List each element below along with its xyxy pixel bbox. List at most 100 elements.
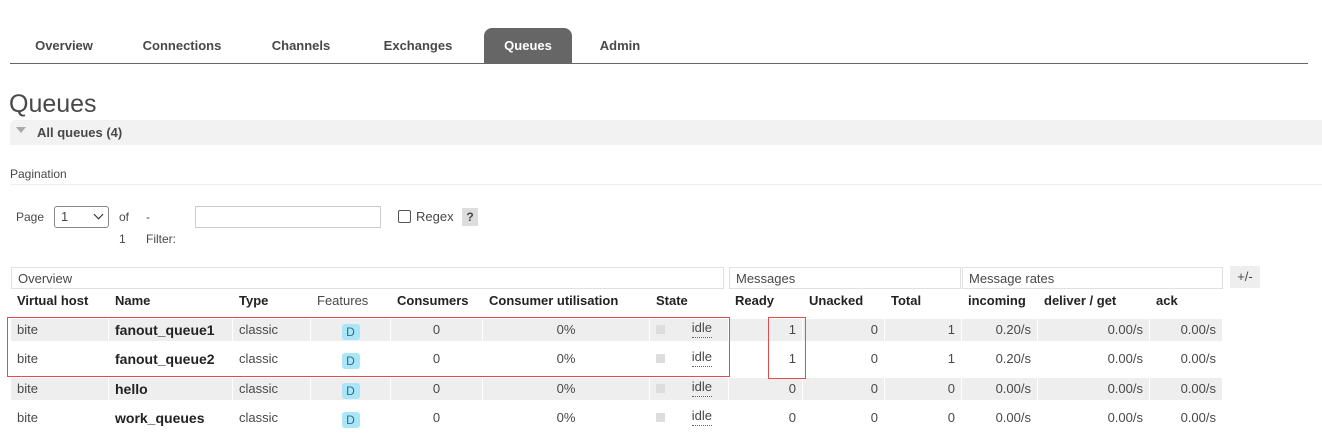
col-ack[interactable]: ack — [1150, 289, 1223, 313]
state-idle-icon — [656, 384, 665, 393]
cell-utilisation: 0% — [483, 407, 650, 429]
cell-deliver-get: 0.00/s — [1038, 319, 1150, 341]
table-row[interactable]: bite work_queues classic D 0 0% idle 0 0… — [11, 407, 1223, 429]
cell-features: D — [311, 348, 391, 370]
cell-incoming: 0.20/s — [962, 319, 1038, 341]
col-deliver-get[interactable]: deliver / get — [1038, 289, 1150, 313]
regex-help-button[interactable]: ? — [462, 208, 478, 226]
table-row[interactable]: bite fanout_queue1 classic D 0 0% idle 1… — [11, 319, 1223, 341]
page-select[interactable]: 1 — [54, 206, 109, 228]
col-total[interactable]: Total — [885, 289, 962, 313]
group-overview: Overview — [11, 267, 724, 289]
queue-link[interactable]: hello — [109, 378, 233, 400]
tab-exchanges[interactable]: Exchanges — [370, 28, 466, 63]
cell-consumers: 0 — [391, 407, 483, 429]
cell-consumers: 0 — [391, 319, 483, 341]
col-unacked[interactable]: Unacked — [803, 289, 885, 313]
cell-state: idle — [650, 319, 729, 341]
cell-features: D — [311, 407, 391, 429]
cell-ack: 0.00/s — [1150, 348, 1223, 370]
cell-type: classic — [233, 407, 311, 429]
cell-ack: 0.00/s — [1150, 319, 1223, 341]
col-type[interactable]: Type — [233, 289, 311, 313]
durable-badge[interactable]: D — [341, 353, 360, 369]
cell-incoming: 0.00/s — [962, 407, 1038, 429]
cell-incoming: 0.20/s — [962, 348, 1038, 370]
cell-unacked: 0 — [803, 378, 885, 400]
durable-badge[interactable]: D — [341, 324, 360, 340]
tab-overview[interactable]: Overview — [18, 28, 110, 63]
state-text[interactable]: idle — [691, 348, 712, 367]
pagination-divider — [10, 184, 1322, 185]
col-incoming[interactable]: incoming — [962, 289, 1038, 313]
cell-ready: 0 — [729, 378, 803, 400]
table-row[interactable]: bite fanout_queue2 classic D 0 0% idle 1… — [11, 348, 1223, 370]
cell-total: 1 — [885, 348, 962, 370]
all-queues-section-toggle[interactable]: All queues (4) — [10, 120, 1322, 145]
col-virtual-host[interactable]: Virtual host — [11, 289, 109, 313]
state-idle-icon — [656, 325, 665, 334]
filter-input[interactable] — [195, 206, 381, 228]
pagination-label: Pagination — [10, 167, 67, 181]
page-of-label: of 1 — [119, 210, 130, 246]
col-consumer-utilisation[interactable]: Consumer utilisation — [483, 289, 650, 313]
col-consumers[interactable]: Consumers — [391, 289, 483, 313]
cell-vhost: bite — [11, 378, 109, 400]
group-messages: Messages — [729, 267, 961, 289]
cell-state: idle — [650, 378, 729, 400]
cell-ack: 0.00/s — [1150, 407, 1223, 429]
cell-total: 1 — [885, 319, 962, 341]
cell-unacked: 0 — [803, 319, 885, 341]
cell-ready: 0 — [729, 407, 803, 429]
tab-queues[interactable]: Queues — [484, 28, 572, 63]
col-state[interactable]: State — [650, 289, 729, 313]
group-message-rates: Message rates — [962, 267, 1223, 289]
cell-total: 0 — [885, 407, 962, 429]
durable-badge[interactable]: D — [341, 412, 360, 428]
queue-link[interactable]: work_queues — [109, 407, 233, 429]
cell-unacked: 0 — [803, 407, 885, 429]
col-name[interactable]: Name — [109, 289, 233, 313]
cell-ready: 1 — [729, 319, 803, 341]
page-label: Page — [16, 210, 45, 224]
cell-utilisation: 0% — [483, 378, 650, 400]
cell-ready: 1 — [729, 348, 803, 370]
durable-badge[interactable]: D — [341, 383, 360, 399]
state-text[interactable]: idle — [691, 319, 712, 338]
chevron-down-icon — [93, 209, 104, 220]
cell-incoming: 0.00/s — [962, 378, 1038, 400]
cell-utilisation: 0% — [483, 348, 650, 370]
cell-ack: 0.00/s — [1150, 378, 1223, 400]
regex-checkbox[interactable] — [398, 210, 411, 223]
cell-type: classic — [233, 319, 311, 341]
page-title: Queues — [9, 90, 97, 118]
col-ready[interactable]: Ready — [729, 289, 803, 313]
cell-state: idle — [650, 348, 729, 370]
page-select-value: 1 — [61, 209, 69, 224]
cell-consumers: 0 — [391, 378, 483, 400]
cell-deliver-get: 0.00/s — [1038, 407, 1150, 429]
regex-label: Regex — [416, 209, 454, 224]
tab-connections[interactable]: Connections — [126, 28, 238, 63]
cell-total: 0 — [885, 378, 962, 400]
queue-link[interactable]: fanout_queue2 — [109, 348, 233, 370]
cell-deliver-get: 0.00/s — [1038, 348, 1150, 370]
state-text[interactable]: idle — [691, 378, 712, 397]
state-idle-icon — [656, 354, 665, 363]
toggle-columns-button[interactable]: +/- — [1230, 266, 1260, 288]
queue-link[interactable]: fanout_queue1 — [109, 319, 233, 341]
tab-admin[interactable]: Admin — [588, 28, 652, 63]
state-text[interactable]: idle — [691, 407, 712, 426]
cell-deliver-get: 0.00/s — [1038, 378, 1150, 400]
tab-channels[interactable]: Channels — [259, 28, 343, 63]
state-idle-icon — [656, 413, 665, 422]
cell-state: idle — [650, 407, 729, 429]
cell-utilisation: 0% — [483, 319, 650, 341]
table-row[interactable]: bite hello classic D 0 0% idle 0 0 0 0.0… — [11, 378, 1223, 400]
col-features: Features — [311, 289, 391, 313]
cell-consumers: 0 — [391, 348, 483, 370]
cell-vhost: bite — [11, 407, 109, 429]
filter-label: - Filter: — [146, 210, 176, 246]
top-nav: Overview Connections Channels Exchanges … — [10, 28, 1308, 64]
triangle-down-icon — [16, 127, 26, 133]
